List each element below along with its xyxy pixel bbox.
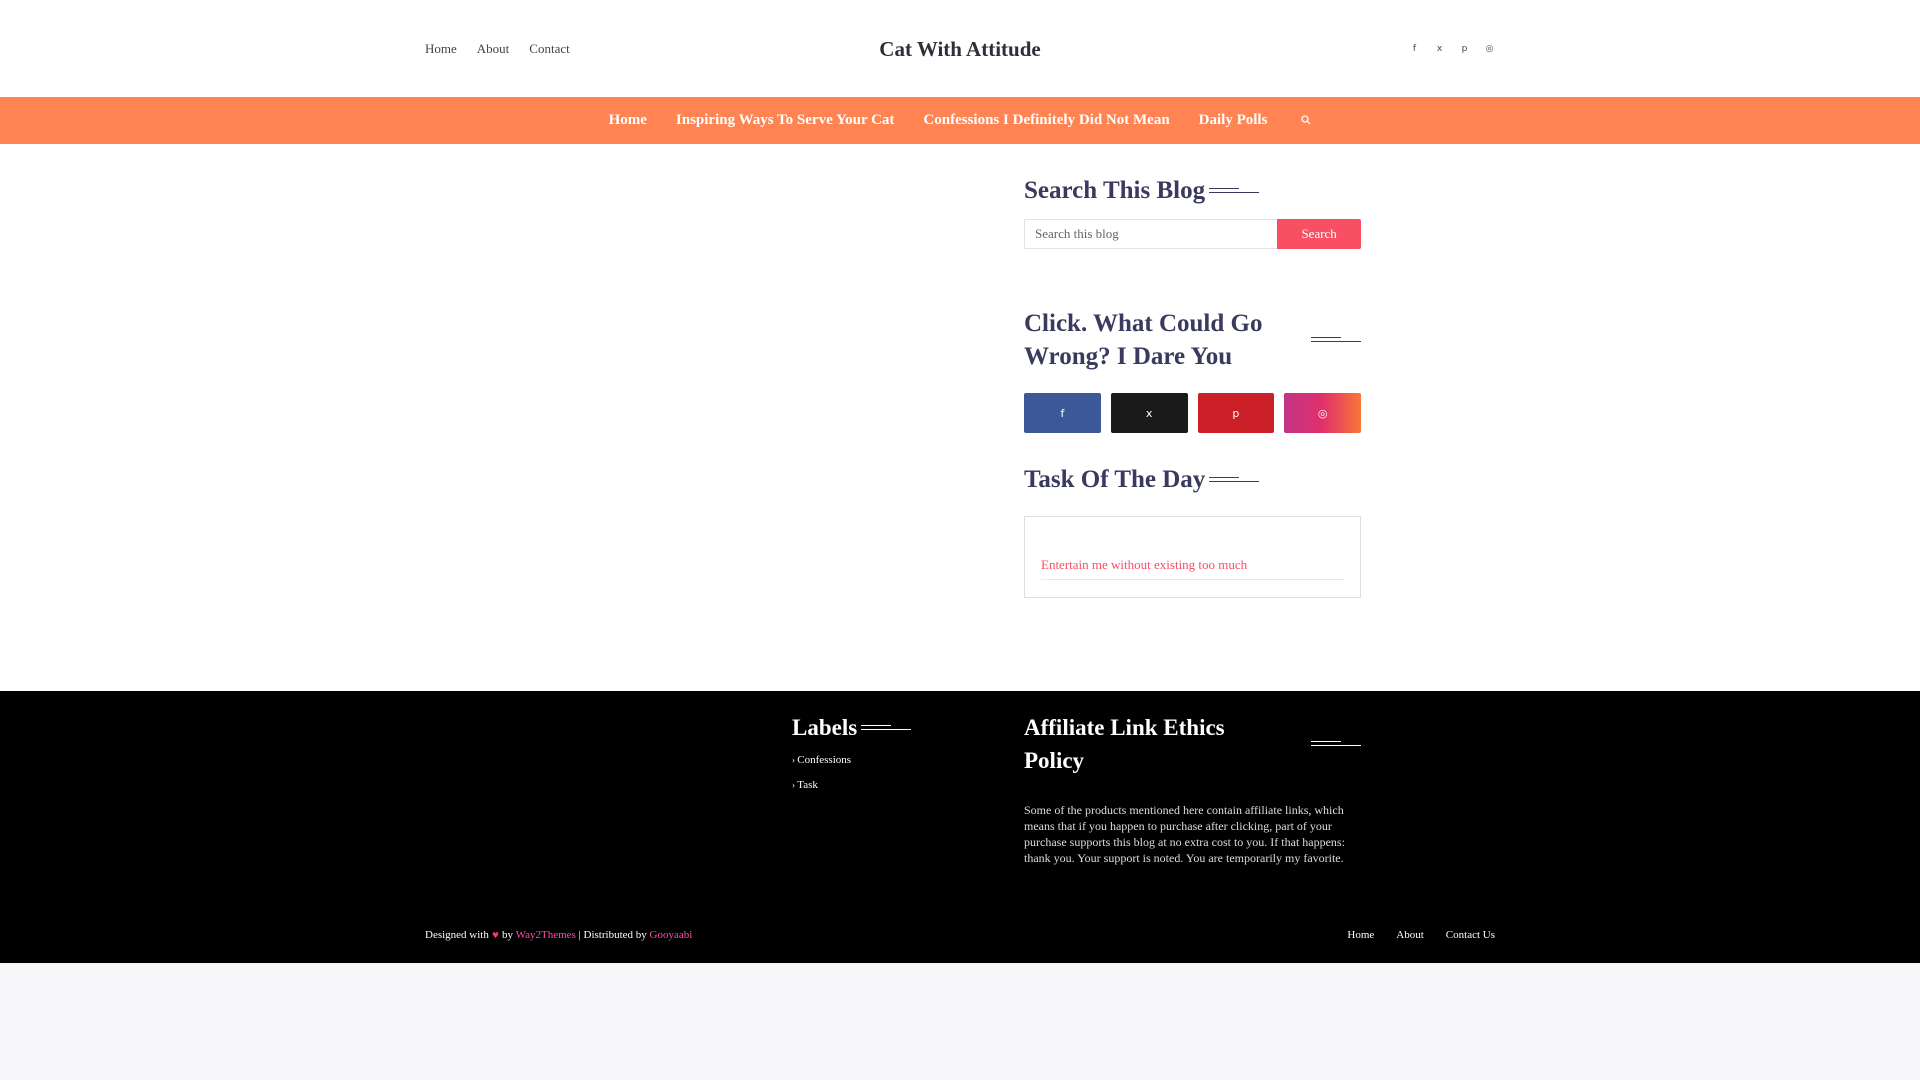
site-title[interactable]: Cat With Attitude — [879, 37, 1040, 62]
top-link-contact[interactable]: Contact — [529, 41, 569, 57]
task-widget-title: Task Of The Day — [1024, 463, 1361, 496]
instagram-icon[interactable]: ◎ — [1484, 43, 1495, 54]
search-widget-title: Search This Blog — [1024, 174, 1361, 207]
top-bar: Home About Contact Cat With Attitude f x… — [0, 0, 1920, 97]
footer-links: Home About Contact Us — [1347, 929, 1495, 941]
search-widget-title-text: Search This Blog — [1024, 177, 1206, 204]
top-social-icons: f x p ◎ — [1195, 43, 1495, 54]
footer-link-contact-us[interactable]: Contact Us — [1446, 929, 1495, 941]
nav-item-confessions[interactable]: Confessions I Definitely Did Not Mean — [923, 112, 1169, 129]
task-widget: Task Of The Day Entertain me without exi… — [1024, 463, 1361, 598]
social-widget-title-text: Click. What Could Go Wrong? I Dare You — [1024, 310, 1263, 370]
social-widget: Click. What Could Go Wrong? I Dare You f… — [1024, 307, 1361, 433]
instagram-button[interactable]: ◎ — [1284, 393, 1361, 433]
sidebar: Search This Blog Search Click. What Coul… — [1024, 144, 1361, 598]
task-widget-title-text: Task Of The Day — [1024, 466, 1206, 493]
x-button[interactable]: x — [1110, 393, 1188, 433]
search-widget: Search This Blog Search — [1024, 174, 1361, 249]
x-icon: x — [1145, 406, 1153, 420]
social-widget-title: Click. What Could Go Wrong? I Dare You — [1024, 307, 1284, 373]
title-divider — [1209, 187, 1260, 194]
credits-by: by — [502, 929, 514, 941]
credits-theme-link[interactable]: Way2Themes — [516, 929, 576, 941]
policy-title-text: Affiliate Link Ethics Policy — [1024, 715, 1225, 773]
footer-link-about[interactable]: About — [1396, 929, 1424, 941]
footer: Labels Confessions Task Affiliate Link E… — [0, 691, 1920, 963]
main-nav: Home Inspiring Ways To Serve Your Cat Co… — [0, 97, 1920, 144]
nav-item-daily-polls[interactable]: Daily Polls — [1199, 112, 1268, 129]
social-buttons: f x p ◎ — [1024, 393, 1361, 433]
main-content: Search This Blog Search Click. What Coul… — [0, 144, 1920, 691]
credits-distributed: | Distributed by — [578, 929, 647, 941]
pinterest-button[interactable]: p — [1197, 393, 1275, 433]
title-divider — [1311, 337, 1361, 343]
heart-icon: ♥ — [491, 931, 500, 940]
x-icon[interactable]: x — [1434, 43, 1445, 54]
footer-link-home[interactable]: Home — [1347, 929, 1374, 941]
credits-designed-with: Designed with — [425, 929, 489, 941]
top-link-about[interactable]: About — [477, 41, 510, 57]
task-link[interactable]: Entertain me without existing too much — [1041, 557, 1344, 580]
pinterest-icon: p — [1232, 406, 1240, 420]
policy-text: Some of the products mentioned here cont… — [1024, 803, 1345, 865]
task-box: Entertain me without existing too much — [1024, 516, 1361, 598]
title-divider — [861, 724, 912, 731]
footer-credits: Designed with ♥ by Way2Themes | Distribute… — [425, 929, 692, 941]
search-button[interactable]: Search — [1277, 219, 1361, 249]
labels-widget: Labels Confessions Task — [792, 711, 912, 791]
top-link-home[interactable]: Home — [425, 41, 457, 57]
label-link-task[interactable]: Task — [792, 779, 911, 791]
instagram-icon: ◎ — [1317, 406, 1328, 420]
search-form: Search — [1024, 219, 1361, 249]
policy-title: Affiliate Link Ethics Policy — [1024, 711, 1284, 777]
credits-distributor-link[interactable]: Gooyaabi — [650, 929, 693, 941]
search-input[interactable] — [1024, 219, 1278, 249]
facebook-icon[interactable]: f — [1409, 43, 1420, 54]
title-divider — [1311, 741, 1361, 747]
nav-item-home[interactable]: Home — [609, 112, 647, 129]
facebook-button[interactable]: f — [1024, 393, 1101, 433]
title-divider — [1209, 476, 1260, 483]
labels-title: Labels — [792, 711, 912, 744]
facebook-icon: f — [1060, 406, 1065, 420]
pinterest-icon[interactable]: p — [1459, 43, 1470, 54]
label-link-confessions[interactable]: Confessions — [792, 754, 911, 766]
search-icon[interactable] — [1301, 114, 1311, 128]
policy-widget: Affiliate Link Ethics Policy Some of the… — [1024, 711, 1361, 866]
top-links: Home About Contact — [425, 41, 725, 57]
labels-title-text: Labels — [792, 715, 858, 740]
nav-item-inspiring-ways[interactable]: Inspiring Ways To Serve Your Cat — [676, 112, 895, 129]
